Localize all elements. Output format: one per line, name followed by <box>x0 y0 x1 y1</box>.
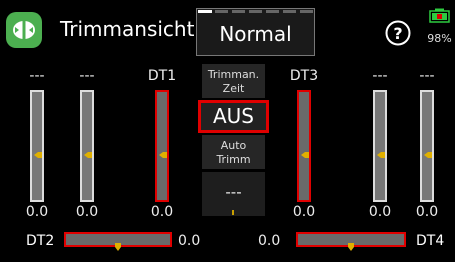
trim-label-1: --- <box>79 68 95 84</box>
help-icon[interactable]: ? <box>385 20 411 46</box>
auto-trim-label-text: Auto Trimm <box>216 139 251 166</box>
trim-value-3: 0.0 <box>292 204 316 220</box>
auto-trim-label: Auto Trimm <box>202 135 265 169</box>
trim-marker-5 <box>424 143 432 158</box>
trim-marker-0 <box>34 143 42 158</box>
trim-label-5: --- <box>419 68 435 84</box>
vertical-trim-bar-0[interactable] <box>30 90 44 202</box>
trim-app-icon[interactable] <box>6 12 42 48</box>
flight-mode-segments <box>198 10 313 14</box>
page-title: Trimmansicht <box>60 17 195 41</box>
trim-time-label-text: Trimman. Zeit <box>207 68 260 95</box>
vertical-trim-bar-4[interactable] <box>373 90 387 202</box>
trim-marker-3 <box>301 143 309 158</box>
horizontal-trim-value-1: 0.0 <box>258 233 281 249</box>
vertical-trim-bar-3[interactable] <box>297 90 311 202</box>
trim-label-3: DT3 <box>289 68 319 84</box>
trim-marker-4 <box>377 143 385 158</box>
svg-text:?: ? <box>393 24 402 43</box>
trim-marker-2 <box>159 143 167 158</box>
flight-mode-label: Normal <box>219 22 292 46</box>
trim-value-2: 0.0 <box>150 204 174 220</box>
trim-value-4: 0.0 <box>368 204 392 220</box>
vertical-trim-bar-2[interactable] <box>155 90 169 202</box>
trim-label-0: --- <box>29 68 45 84</box>
horizontal-trim-label-1: DT4 <box>416 233 445 249</box>
horizontal-trim-marker-1 <box>348 236 354 251</box>
vertical-trim-bar-5[interactable] <box>420 90 434 202</box>
horizontal-trim-marker-0 <box>115 236 121 251</box>
trim-value-1: 0.0 <box>75 204 99 220</box>
trim-time-button[interactable]: AUS <box>198 100 269 133</box>
trim-time-label: Trimman. Zeit <box>202 64 265 98</box>
horizontal-trim-bar-1[interactable] <box>296 232 406 251</box>
trim-label-2: DT1 <box>147 68 177 84</box>
battery-icon <box>429 8 451 23</box>
trim-label-4: --- <box>372 68 388 84</box>
horizontal-trim-bar-0[interactable] <box>64 232 172 251</box>
horizontal-trim-value-0: 0.0 <box>178 233 201 249</box>
trim-time-value: AUS <box>212 104 254 128</box>
auto-trim-marker <box>232 210 234 215</box>
trim-marker-1 <box>84 143 92 158</box>
trim-value-5: 0.0 <box>415 204 439 220</box>
vertical-trim-bar-1[interactable] <box>80 90 94 202</box>
trim-value-0: 0.0 <box>25 204 49 220</box>
horizontal-trim-label-0: DT2 <box>26 233 55 249</box>
battery-percent: 98% <box>427 32 452 45</box>
auto-trim-value: --- <box>225 183 242 201</box>
